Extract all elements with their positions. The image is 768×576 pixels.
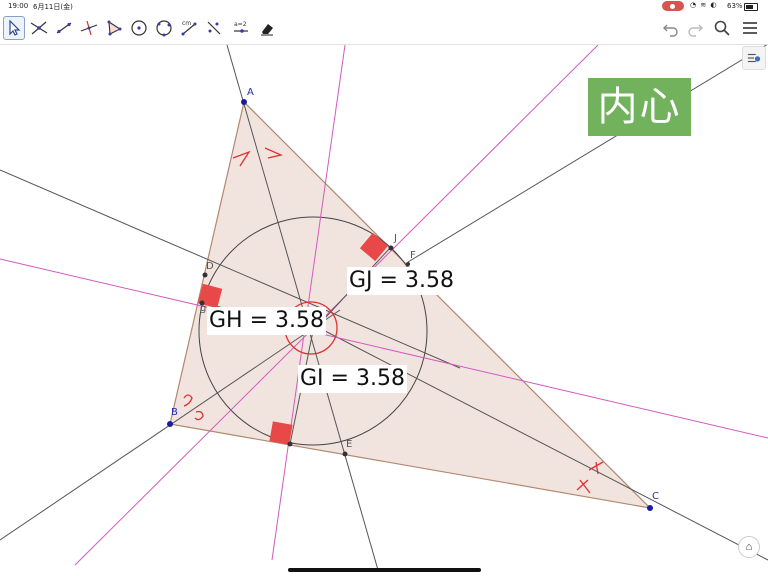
point-d: [202, 272, 208, 278]
point-f: [406, 262, 410, 266]
point-a: [241, 99, 247, 105]
point-label-g: g: [200, 303, 207, 314]
polygon-icon[interactable]: [103, 16, 125, 40]
point-label-f: F: [410, 250, 416, 261]
point-label-j: J: [394, 233, 397, 244]
point-label-e: E: [346, 439, 353, 450]
style-panel-icon: [747, 53, 761, 63]
intersect-icon[interactable]: [28, 16, 50, 40]
undo-icon[interactable]: [660, 18, 680, 38]
status-date: 6月11日(金): [33, 3, 73, 11]
arrow-pointer-icon[interactable]: [3, 16, 25, 40]
style-panel-button[interactable]: [742, 46, 766, 70]
eraser-icon[interactable]: [256, 16, 278, 40]
circle-three-points-icon[interactable]: [153, 16, 175, 40]
point-c: [647, 505, 653, 511]
redo-icon[interactable]: [686, 18, 706, 38]
reflect-icon[interactable]: [203, 16, 225, 40]
perpendicular-icon[interactable]: [78, 16, 100, 40]
status-bar: 19:00 6月11日(金) ◔ ≋ ◐ 63%: [0, 0, 768, 12]
incenter-title-badge: 内心: [588, 78, 691, 136]
point-b: [167, 421, 173, 427]
point-label-d: D: [206, 261, 214, 272]
status-time: 19:00: [8, 2, 29, 10]
circle-center-icon[interactable]: [128, 16, 150, 40]
point-label-b: B: [171, 407, 178, 418]
battery-icon: [744, 3, 758, 11]
search-icon[interactable]: [712, 18, 732, 38]
home-indicator[interactable]: [288, 568, 481, 572]
point-i: [287, 441, 293, 447]
measurement-gh: GH = 3.58: [207, 307, 326, 335]
battery-percent: 63%: [727, 2, 743, 10]
screen-recording-icon: [662, 1, 684, 11]
slider-label: a=2: [234, 21, 247, 28]
home-icon: ⌂: [745, 541, 753, 553]
point-label-c: C: [652, 491, 659, 502]
toolbar: cm a=2: [0, 12, 768, 45]
distance-unit-label: cm: [182, 20, 191, 27]
segment-icon[interactable]: [53, 16, 75, 40]
distance-icon[interactable]: cm: [178, 16, 200, 40]
point-e: [342, 451, 348, 457]
measurement-gi: GI = 3.58: [298, 365, 407, 393]
point-j: [388, 245, 394, 251]
menu-icon[interactable]: [740, 18, 760, 38]
measurement-gj: GJ = 3.58: [347, 267, 456, 295]
slider-icon[interactable]: a=2: [230, 16, 252, 40]
wifi-icon: ◔ ≋ ◐: [690, 1, 718, 9]
point-label-a: A: [247, 87, 254, 98]
right-angle-marker-i: [269, 421, 293, 445]
home-view-button[interactable]: ⌂: [738, 536, 760, 558]
